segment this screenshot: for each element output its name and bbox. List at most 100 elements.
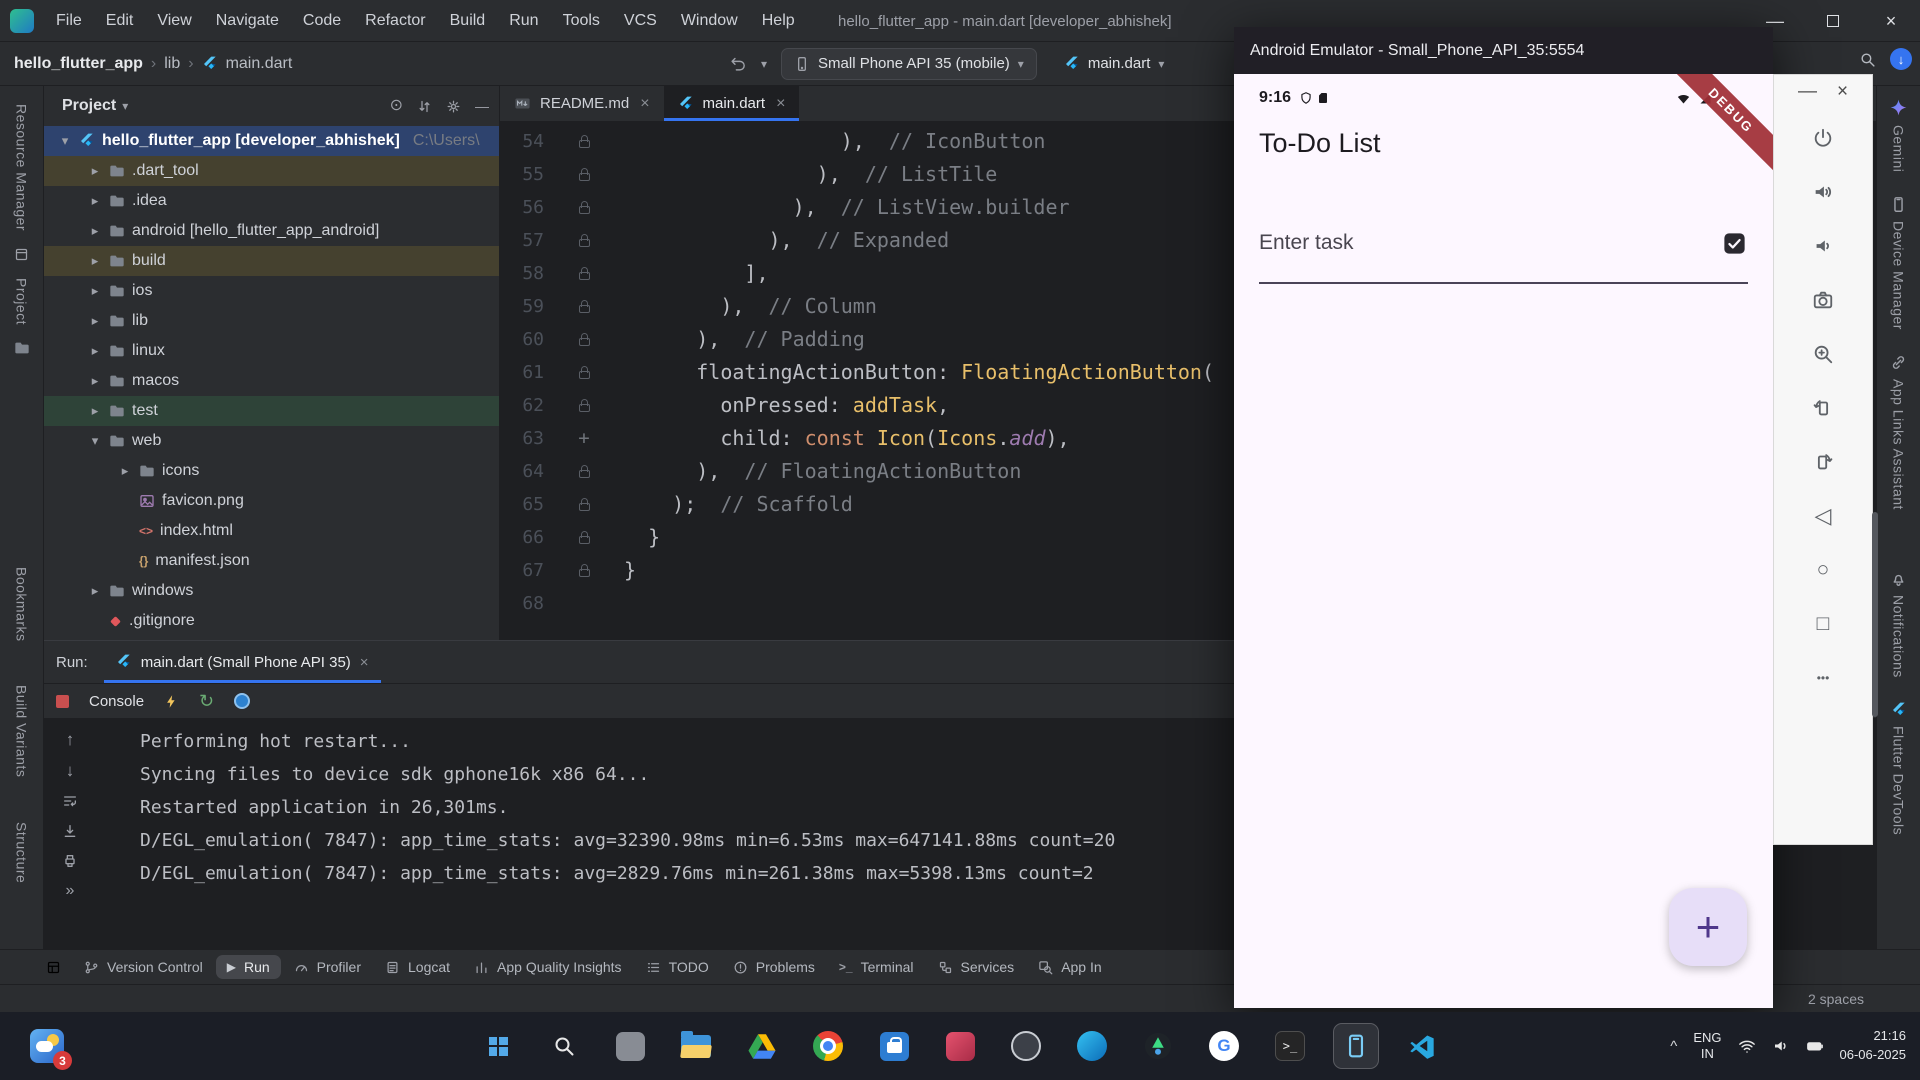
gutter-lock-icon[interactable]: [544, 201, 624, 214]
clock[interactable]: 21:16 06-06-2025: [1840, 1027, 1907, 1065]
maximize-button[interactable]: [1804, 0, 1862, 42]
gutter-lock-icon[interactable]: [544, 564, 624, 577]
toolbar-item-profiler[interactable]: Profiler: [283, 955, 372, 979]
dart-devtools-icon[interactable]: [234, 693, 251, 709]
emulator-minimize-button[interactable]: —: [1798, 81, 1817, 103]
more-button[interactable]: •••: [1803, 658, 1843, 698]
sidebar-item-app-links-assistant[interactable]: App Links Assistant: [1890, 354, 1907, 510]
chevron-right-icon[interactable]: ▸: [88, 163, 102, 179]
explorer-icon[interactable]: [674, 1024, 718, 1068]
terminal-app-icon[interactable]: >_: [1268, 1024, 1312, 1068]
expand-collapse-icon[interactable]: [417, 98, 432, 114]
battery-icon[interactable]: [1806, 1037, 1824, 1055]
tree-item[interactable]: ▸ test: [44, 396, 499, 426]
chevron-down-icon[interactable]: ▾: [58, 133, 72, 149]
chevron-right-icon[interactable]: ▸: [88, 283, 102, 299]
sidebar-item-device-manager[interactable]: Device Manager: [1890, 196, 1907, 330]
task-input[interactable]: [1259, 231, 1659, 255]
settings-icon[interactable]: [446, 98, 461, 114]
tree-item[interactable]: ▾ web: [44, 426, 499, 456]
menu-help[interactable]: Help: [750, 0, 807, 42]
update-icon[interactable]: ↓: [1890, 48, 1912, 70]
menu-refactor[interactable]: Refactor: [353, 0, 437, 42]
chevron-right-icon[interactable]: ▸: [88, 343, 102, 359]
volume-up-button[interactable]: [1803, 172, 1843, 212]
camera-button[interactable]: [1803, 280, 1843, 320]
rotate-right-button[interactable]: [1803, 442, 1843, 482]
sidebar-item-bookmarks[interactable]: Bookmarks: [14, 567, 30, 642]
widgets-button[interactable]: 3: [26, 1025, 72, 1070]
home-button[interactable]: ○: [1803, 550, 1843, 590]
start-icon[interactable]: [476, 1024, 520, 1068]
gutter-lock-icon[interactable]: [544, 498, 624, 511]
close-button[interactable]: ×: [1862, 0, 1920, 42]
close-icon[interactable]: ×: [776, 95, 785, 113]
toolbar-item-services[interactable]: Services: [927, 955, 1026, 979]
emulator-close-button[interactable]: ×: [1837, 81, 1848, 103]
gutter-lock-icon[interactable]: [544, 267, 624, 280]
select-opened-file-icon[interactable]: ⊙: [390, 98, 403, 114]
breadcrumb-item[interactable]: lib: [164, 55, 180, 73]
wifi-icon[interactable]: [1738, 1037, 1756, 1055]
chevron-right-icon[interactable]: ▸: [88, 313, 102, 329]
add-task-icon[interactable]: [1721, 230, 1748, 257]
run-config-selector[interactable]: main.dart ▾: [1051, 48, 1178, 80]
chevron-right-icon[interactable]: ▸: [88, 583, 102, 599]
toolbar-item-run[interactable]: ▶ Run: [215, 955, 281, 979]
breadcrumb-item[interactable]: hello_flutter_app: [14, 55, 143, 73]
zoom-button[interactable]: [1803, 334, 1843, 374]
sidebar-item-project[interactable]: Project: [14, 278, 30, 325]
app-gray-icon[interactable]: [608, 1024, 652, 1068]
chevron-right-icon[interactable]: ▸: [118, 463, 132, 479]
tree-item[interactable]: ▸ ios: [44, 276, 499, 306]
chevron-right-icon[interactable]: ▸: [88, 403, 102, 419]
search-icon[interactable]: [542, 1024, 586, 1068]
tab-readme.md[interactable]: README.md ×: [500, 86, 664, 121]
edge-icon[interactable]: [1070, 1024, 1114, 1068]
toolbar-item-problems[interactable]: Problems: [722, 955, 826, 979]
undo-chevron-icon[interactable]: ▾: [761, 57, 767, 71]
chevron-right-icon[interactable]: ▸: [88, 373, 102, 389]
drive-icon[interactable]: [740, 1024, 784, 1068]
gutter-lock-icon[interactable]: [544, 300, 624, 313]
menu-build[interactable]: Build: [438, 0, 498, 42]
tree-item[interactable]: ▸ lib: [44, 306, 499, 336]
toolbar-item-app-quality-insights[interactable]: App Quality Insights: [463, 955, 633, 979]
more-options-icon[interactable]: »: [66, 883, 75, 899]
sidebar-item-structure[interactable]: Structure: [14, 822, 30, 883]
gutter-add-icon[interactable]: +: [544, 422, 624, 455]
tray-overflow-icon[interactable]: ^: [1670, 1038, 1677, 1055]
tree-item[interactable]: ▸ icons: [44, 456, 499, 486]
google-icon[interactable]: G: [1202, 1024, 1246, 1068]
gutter-lock-icon[interactable]: [544, 168, 624, 181]
volume-down-button[interactable]: [1803, 226, 1843, 266]
menu-code[interactable]: Code: [291, 0, 353, 42]
chevron-right-icon[interactable]: ▸: [88, 223, 102, 239]
hot-restart-icon[interactable]: ↻: [199, 691, 214, 712]
console-tab[interactable]: Console: [89, 693, 144, 710]
android-studio-icon[interactable]: [1136, 1024, 1180, 1068]
run-tab[interactable]: main.dart (Small Phone API 35) ×: [104, 641, 381, 683]
app-circle-icon[interactable]: [1004, 1024, 1048, 1068]
tree-item[interactable]: ▸ android [hello_flutter_app_android]: [44, 216, 499, 246]
rotate-left-button[interactable]: [1803, 388, 1843, 428]
stop-icon[interactable]: [56, 694, 69, 708]
sidebar-item-resource-manager[interactable]: Resource Manager: [14, 104, 30, 231]
menu-edit[interactable]: Edit: [94, 0, 146, 42]
hot-reload-icon[interactable]: [164, 693, 179, 710]
tree-item[interactable]: {} manifest.json: [44, 546, 499, 576]
tool-windows-icon[interactable]: [46, 960, 61, 975]
sidebar-item-build-variants[interactable]: Build Variants: [14, 685, 30, 777]
project-panel-title[interactable]: Project: [62, 97, 116, 115]
language-indicator[interactable]: ENG IN: [1693, 1030, 1721, 1063]
menu-run[interactable]: Run: [497, 0, 550, 42]
menu-navigate[interactable]: Navigate: [204, 0, 291, 42]
tree-item[interactable]: ▸ linux: [44, 336, 499, 366]
sidebar-item-notifications[interactable]: Notifications: [1890, 570, 1907, 678]
menu-view[interactable]: View: [145, 0, 203, 42]
breadcrumb-item[interactable]: main.dart: [226, 55, 293, 73]
search-everywhere-icon[interactable]: [1859, 51, 1876, 68]
gutter-lock-icon[interactable]: [544, 366, 624, 379]
tree-item[interactable]: <> index.html: [44, 516, 499, 546]
menu-tools[interactable]: Tools: [551, 0, 612, 42]
